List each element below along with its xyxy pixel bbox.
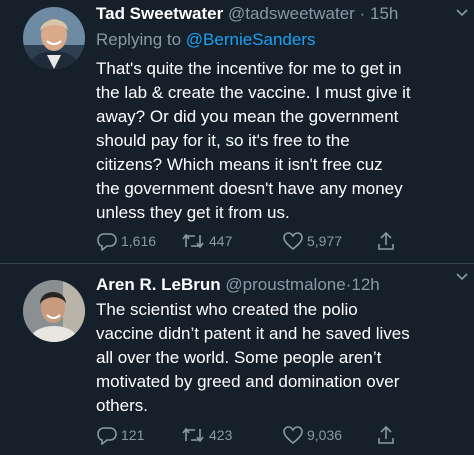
heart-icon bbox=[283, 426, 303, 445]
mention-link[interactable]: @BernieSanders bbox=[186, 30, 316, 49]
retweet-icon bbox=[182, 427, 204, 443]
display-name[interactable]: Tad Sweetwater bbox=[96, 4, 223, 23]
timeline: Tad Sweetwater @tadsweetwater · 15h Repl… bbox=[0, 0, 474, 455]
reply-context: Replying to @BernieSanders bbox=[96, 27, 462, 53]
reply-count: 1,616 bbox=[121, 233, 157, 249]
avatar-photo-icon bbox=[23, 7, 85, 69]
tweet-actions: 121 423 9,036 bbox=[96, 423, 416, 447]
avatar[interactable] bbox=[23, 7, 85, 69]
reply-button[interactable]: 121 bbox=[96, 423, 144, 447]
like-count: 9,036 bbox=[307, 427, 343, 443]
tweet-content: Tad Sweetwater @tadsweetwater · 15h Repl… bbox=[96, 0, 462, 225]
like-count: 5,977 bbox=[307, 233, 343, 249]
retweet-count: 423 bbox=[209, 427, 233, 443]
timestamp[interactable]: 12h bbox=[351, 275, 379, 294]
share-icon bbox=[378, 231, 394, 250]
tweet-actions: 1,616 447 5,977 bbox=[96, 229, 416, 253]
reply-count: 121 bbox=[121, 427, 145, 443]
tweet-header: Tad Sweetwater @tadsweetwater · 15h bbox=[96, 0, 462, 27]
display-name[interactable]: Aren R. LeBrun bbox=[96, 275, 221, 294]
share-button[interactable] bbox=[376, 423, 399, 447]
avatar-photo-icon bbox=[23, 280, 85, 342]
like-button[interactable]: 5,977 bbox=[282, 229, 342, 253]
chevron-down-icon[interactable] bbox=[456, 8, 468, 18]
retweet-button[interactable]: 423 bbox=[180, 423, 232, 447]
share-icon bbox=[378, 425, 394, 444]
heart-icon bbox=[283, 232, 303, 251]
reply-icon bbox=[97, 233, 117, 251]
reply-icon bbox=[97, 427, 117, 445]
like-button[interactable]: 9,036 bbox=[282, 423, 342, 447]
separator: · bbox=[359, 4, 366, 23]
handle[interactable]: @proustmalone bbox=[225, 275, 345, 294]
handle[interactable]: @tadsweetwater bbox=[228, 4, 355, 23]
tweet-content: Aren R. LeBrun @proustmalone·12h The sci… bbox=[96, 271, 462, 418]
retweet-icon bbox=[182, 233, 204, 249]
reply-button[interactable]: 1,616 bbox=[96, 229, 156, 253]
retweet-count: 447 bbox=[209, 233, 233, 249]
chevron-down-icon[interactable] bbox=[456, 272, 468, 282]
tweet-header: Aren R. LeBrun @proustmalone·12h bbox=[96, 271, 462, 298]
tweet-text: The scientist who created the polio vacc… bbox=[96, 300, 410, 415]
tweet[interactable]: Tad Sweetwater @tadsweetwater · 15h Repl… bbox=[0, 0, 474, 263]
share-button[interactable] bbox=[376, 229, 399, 253]
reply-prefix: Replying to bbox=[96, 30, 186, 49]
retweet-button[interactable]: 447 bbox=[180, 229, 232, 253]
tweet-text: That's quite the incentive for me to get… bbox=[96, 59, 411, 222]
timestamp[interactable]: 15h bbox=[370, 4, 398, 23]
tweet[interactable]: Aren R. LeBrun @proustmalone·12h The sci… bbox=[0, 264, 474, 455]
avatar[interactable] bbox=[23, 280, 85, 342]
